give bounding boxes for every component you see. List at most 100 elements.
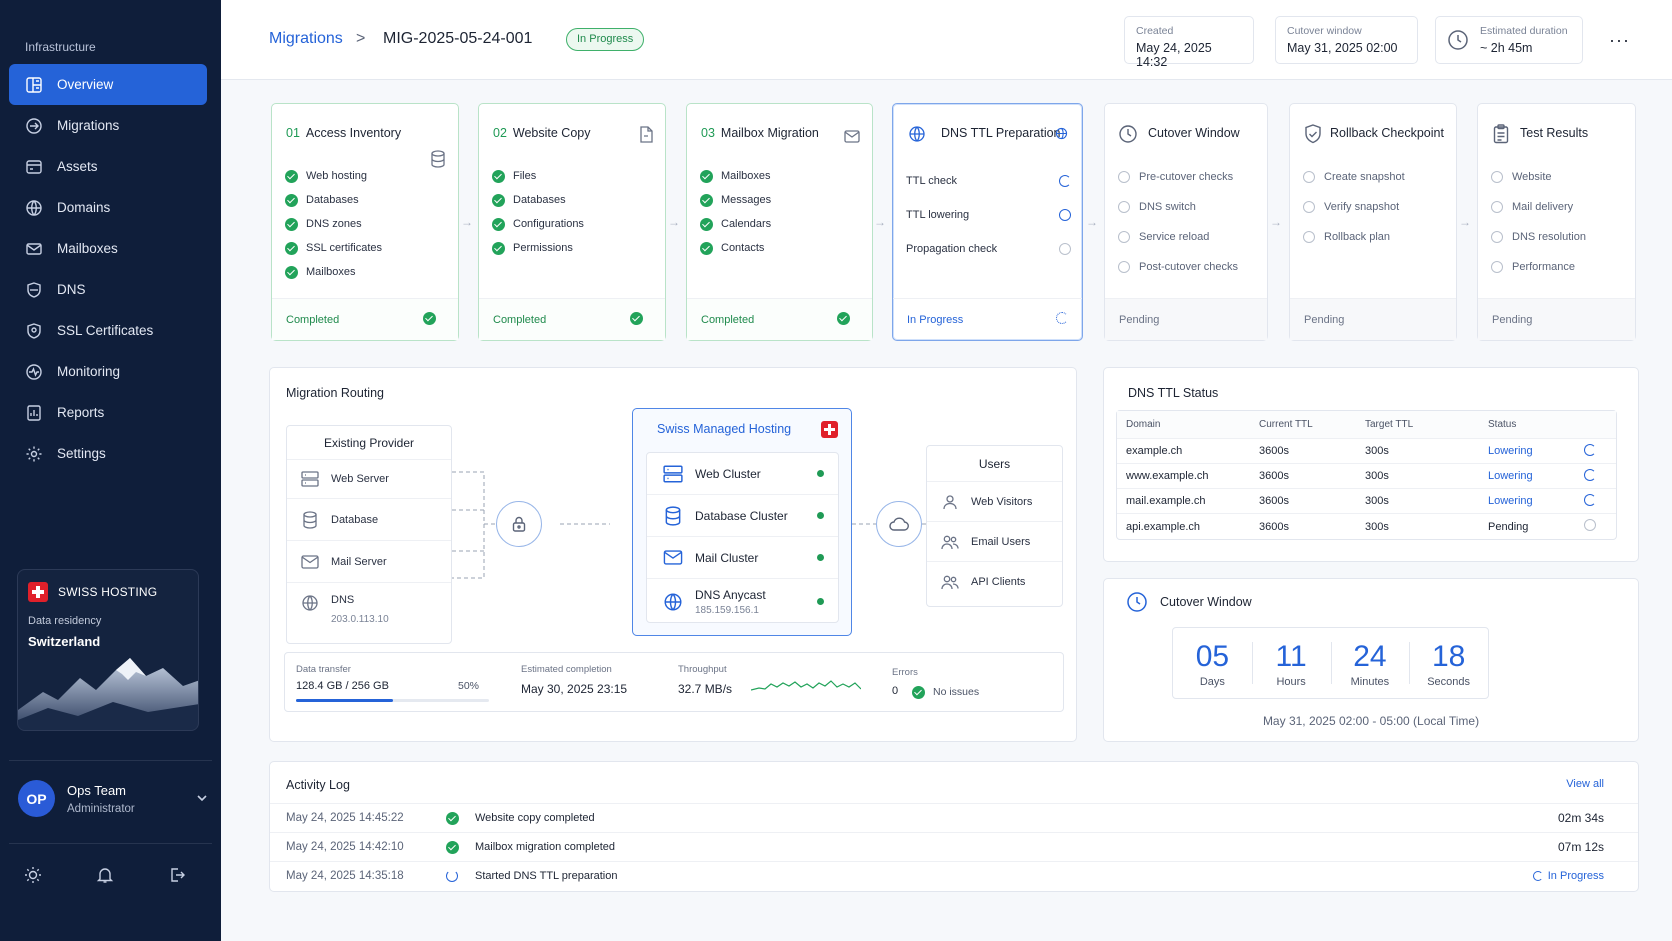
bell-icon[interactable]: [96, 866, 114, 884]
breadcrumb-migrations-link[interactable]: Migrations: [269, 30, 343, 48]
list-item[interactable]: May 24, 2025 14:45:22 Website copy compl…: [270, 803, 1638, 832]
step-card-dns-ttl-preparation[interactable]: DNS TTL Preparation TTL check TTL loweri…: [892, 103, 1083, 341]
page-header: Migrations > MIG-2025-05-24-001 In Progr…: [221, 0, 1672, 80]
checklist-item: Files: [492, 164, 584, 188]
view-all-link[interactable]: View all: [1566, 778, 1604, 790]
list-item[interactable]: May 24, 2025 14:35:18 Started DNS TTL pr…: [270, 861, 1638, 890]
more-options-button[interactable]: ···: [1609, 30, 1630, 51]
status-dot: [817, 554, 824, 561]
countdown: 05 Days 11 Hours 24 Minutes 18 Seconds: [1172, 627, 1489, 699]
activity-text: Started DNS TTL preparation: [475, 870, 618, 882]
sidebar: Infrastructure Overview Migrations Asset…: [0, 0, 221, 941]
sun-icon[interactable]: [24, 866, 42, 884]
chevron-down-icon[interactable]: [196, 792, 208, 804]
check-icon: [492, 241, 505, 255]
progress-bar-fill: [296, 699, 393, 702]
cutover-range: May 31, 2025 02:00 - 05:00 (Local Time): [1262, 714, 1480, 728]
step-card-website-copy[interactable]: 02 Website Copy Files Databases Configura…: [478, 103, 666, 341]
sidebar-item-mailboxes[interactable]: Mailboxes: [9, 228, 207, 269]
step-title: Test Results: [1520, 126, 1589, 140]
step-card-mailbox-migration[interactable]: 03 Mailbox Migration Mailboxes Messages C…: [686, 103, 873, 341]
pending-ring-icon: [1118, 201, 1130, 213]
step-title: Mailbox Migration: [720, 126, 819, 140]
step-card-rollback-checkpoint[interactable]: Rollback Checkpoint Create snapshot Veri…: [1289, 103, 1457, 341]
page-title: MIG-2025-05-24-001: [383, 30, 533, 47]
throughput-label: Throughput: [678, 664, 727, 675]
mail-icon: [26, 242, 42, 255]
sidebar-item-label: Reports: [57, 405, 105, 420]
status-dot: [817, 470, 824, 477]
cutover-label: Cutover window: [1287, 25, 1362, 37]
list-item[interactable]: May 24, 2025 14:42:10 Mailbox migration …: [270, 832, 1638, 861]
dns-ttl-table: Domain Current TTL Target TTL Status exa…: [1116, 410, 1617, 540]
step-card-test-results[interactable]: Test Results Website Mail delivery DNS r…: [1477, 103, 1636, 341]
check-icon: [700, 217, 713, 231]
table-row[interactable]: mail.example.ch 3600s 300s Lowering: [1117, 489, 1616, 514]
user-name: Ops Team: [67, 782, 127, 798]
sidebar-item-overview[interactable]: Overview: [9, 64, 207, 105]
step-title: DNS TTL Preparation: [941, 126, 1061, 140]
mail-icon: [844, 130, 860, 143]
lock-icon: [512, 516, 526, 532]
checklist-item: Calendars: [700, 212, 771, 236]
logout-icon[interactable]: [168, 866, 186, 884]
countdown-hours: 11 Hours: [1251, 628, 1331, 698]
data-transfer-percent: 50%: [458, 680, 480, 692]
step-number: 01: [286, 126, 300, 140]
globe-gear-icon: [909, 126, 925, 142]
countdown-seconds: 18 Seconds: [1409, 628, 1488, 698]
check-icon: [630, 312, 643, 325]
status-badge: In Progress: [566, 28, 645, 51]
checklist-item: Messages: [700, 188, 771, 212]
checklist-item: Website: [1491, 162, 1586, 192]
step-status: In Progress: [893, 298, 1082, 340]
step-status: Pending: [1478, 298, 1635, 340]
sidebar-item-settings[interactable]: Settings: [9, 433, 207, 474]
sidebar-item-assets[interactable]: Assets: [9, 146, 207, 187]
users-box: Users Web Visitors Email Users API Clien…: [926, 445, 1063, 607]
cloud-icon: [889, 517, 909, 531]
database-icon: [303, 510, 317, 529]
list-item: Database Cluster: [647, 495, 838, 537]
list-item: API Clients: [927, 562, 1062, 602]
sidebar-item-reports[interactable]: Reports: [9, 392, 207, 433]
table-row[interactable]: www.example.ch 3600s 300s Lowering: [1117, 464, 1616, 489]
step-card-access-inventory[interactable]: 01 Access Inventory Web hosting Databases…: [271, 103, 459, 341]
sidebar-footer-actions: [24, 866, 186, 884]
status-text: Pending: [1488, 520, 1529, 533]
step-number: 03: [701, 126, 715, 140]
table-row[interactable]: api.example.ch 3600s 300s Pending: [1117, 514, 1616, 539]
swiss-flag-icon: [821, 421, 838, 438]
panel-title: Cutover Window: [1160, 595, 1252, 609]
sidebar-item-domains[interactable]: Domains: [9, 187, 207, 228]
errors-value: 0: [892, 685, 899, 697]
arrow-icon: →: [874, 215, 886, 229]
document-icon: [640, 126, 653, 143]
users-title: Users: [927, 446, 1062, 482]
pending-ring-icon: [1491, 261, 1503, 273]
check-icon: [285, 265, 298, 279]
sidebar-nav: Overview Migrations Assets Domains Mailb…: [9, 64, 207, 474]
pending-ring-icon: [1491, 231, 1503, 243]
avatar: OP: [18, 780, 55, 817]
countdown-days: 05 Days: [1195, 640, 1230, 688]
arrow-icon: →: [668, 215, 680, 229]
table-row[interactable]: example.ch 3600s 300s Lowering: [1117, 439, 1616, 464]
checklist-item: DNS switch: [1118, 192, 1238, 222]
sidebar-item-migrations[interactable]: Migrations: [9, 105, 207, 146]
check-icon: [700, 193, 713, 207]
loading-spinner-icon: [1584, 468, 1596, 481]
sidebar-item-ssl-certificates[interactable]: SSL Certificates: [9, 310, 207, 351]
sidebar-item-label: Mailboxes: [57, 241, 118, 256]
arrow-icon: →: [1086, 215, 1098, 229]
check-icon: [285, 169, 298, 183]
step-card-cutover-window[interactable]: Cutover Window Pre-cutover checks DNS sw…: [1104, 103, 1268, 341]
checklist-item: Mailboxes: [285, 260, 382, 284]
sidebar-item-monitoring[interactable]: Monitoring: [9, 351, 207, 392]
user-icon: [943, 494, 957, 509]
activity-log-panel: Activity Log View all May 24, 2025 14:45…: [269, 761, 1639, 892]
pending-ring-icon: [1118, 231, 1130, 243]
cutover-meta: Cutover window May 31, 2025 02:00: [1275, 16, 1418, 64]
sidebar-item-dns[interactable]: DNS: [9, 269, 207, 310]
user-menu[interactable]: OP Ops Team Administrator: [18, 780, 208, 817]
